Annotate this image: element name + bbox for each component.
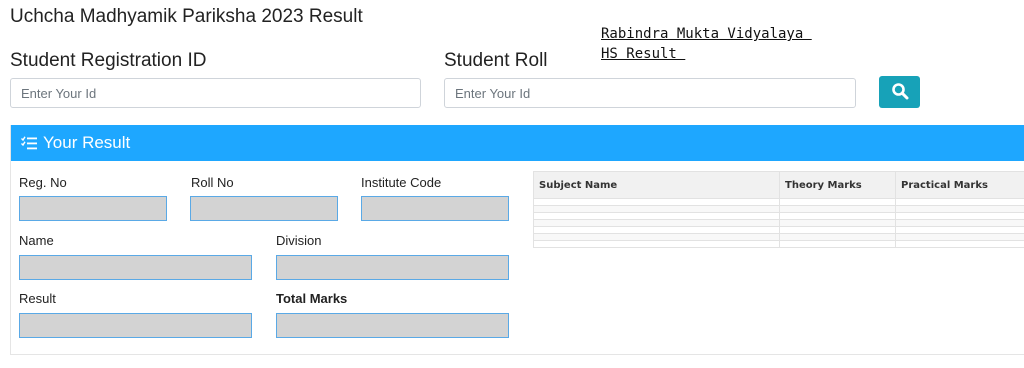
registration-id-label: Student Registration ID xyxy=(10,50,207,71)
total-marks-field xyxy=(276,313,509,338)
table-row xyxy=(533,212,1024,220)
theory-marks-column-header: Theory Marks xyxy=(779,171,896,199)
institute-code-field xyxy=(361,196,509,221)
reg-no-label: Reg. No xyxy=(19,175,67,190)
subject-cell xyxy=(533,233,780,241)
practical-cell xyxy=(895,240,1024,248)
result-label: Result xyxy=(19,291,56,306)
roll-no-field xyxy=(190,196,338,221)
theory-cell xyxy=(779,212,896,220)
theory-cell xyxy=(779,233,896,241)
marks-table: Subject Name Theory Marks Practical Mark… xyxy=(533,171,1024,248)
practical-cell xyxy=(895,205,1024,213)
result-panel: Your Result Reg. No Roll No Institute Co… xyxy=(10,125,1024,355)
table-row xyxy=(533,226,1024,234)
total-marks-label: Total Marks xyxy=(276,291,348,306)
institute-code-label: Institute Code xyxy=(361,175,442,190)
roll-no-label: Roll No xyxy=(191,175,234,190)
search-button[interactable] xyxy=(879,76,920,108)
subject-cell xyxy=(533,219,780,227)
theory-cell xyxy=(779,240,896,248)
name-label: Name xyxy=(19,233,54,248)
table-row xyxy=(533,198,1024,206)
registration-id-input[interactable] xyxy=(10,78,421,108)
table-row xyxy=(533,219,1024,227)
table-row xyxy=(533,240,1024,248)
reg-no-field xyxy=(19,196,167,221)
result-panel-header: Your Result xyxy=(11,125,1024,161)
result-panel-title: Your Result xyxy=(43,133,131,152)
practical-cell xyxy=(895,212,1024,220)
theory-cell xyxy=(779,226,896,234)
practical-cell xyxy=(895,226,1024,234)
search-icon xyxy=(891,82,909,103)
student-roll-input[interactable] xyxy=(444,78,856,108)
practical-cell xyxy=(895,219,1024,227)
subject-name-column-header: Subject Name xyxy=(533,171,780,199)
result-field xyxy=(19,313,252,338)
practical-marks-column-header: Practical Marks xyxy=(895,171,1024,199)
subject-cell xyxy=(533,205,780,213)
student-roll-label: Student Roll xyxy=(444,50,548,71)
theory-cell xyxy=(779,205,896,213)
subject-cell xyxy=(533,226,780,234)
division-field xyxy=(276,255,509,280)
list-check-icon xyxy=(21,136,37,150)
practical-cell xyxy=(895,233,1024,241)
subject-cell xyxy=(533,198,780,206)
name-field xyxy=(19,255,252,280)
subject-cell xyxy=(533,240,780,248)
page-title: Uchcha Madhyamik Pariksha 2023 Result xyxy=(10,6,363,27)
theory-cell xyxy=(779,219,896,227)
subject-cell xyxy=(533,212,780,220)
marks-table-header-row: Subject Name Theory Marks Practical Mark… xyxy=(533,171,1024,199)
school-result-link-line2[interactable]: HS Result xyxy=(601,46,685,62)
practical-cell xyxy=(895,198,1024,206)
division-label: Division xyxy=(276,233,322,248)
theory-cell xyxy=(779,198,896,206)
school-result-link-line1[interactable]: Rabindra Mukta Vidyalaya xyxy=(601,26,812,42)
table-row xyxy=(533,233,1024,241)
table-row xyxy=(533,205,1024,213)
